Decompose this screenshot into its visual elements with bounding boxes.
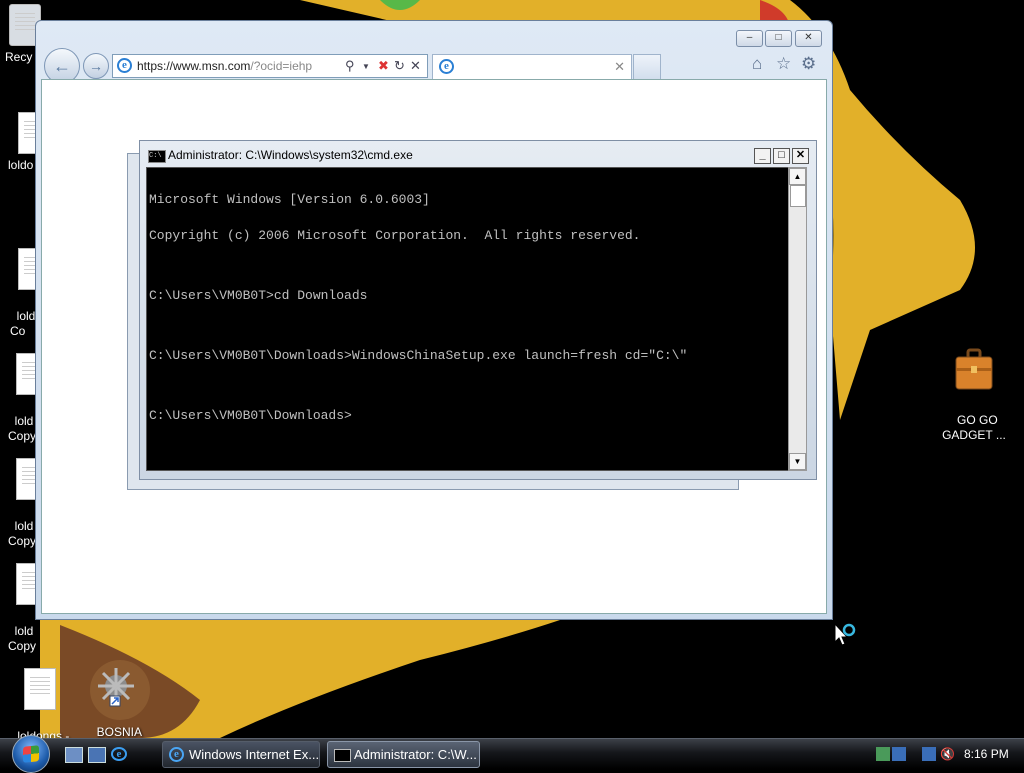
cmd-icon — [334, 749, 351, 762]
minimize-button[interactable]: _ — [754, 148, 771, 164]
spiked-ball-icon — [98, 668, 134, 707]
address-url: https://www.msn.com/?ocid=iehp — [137, 59, 312, 73]
url-path: /?ocid=iehp — [250, 59, 313, 73]
ie-logo-icon: e — [439, 59, 454, 74]
briefcase-icon — [955, 348, 993, 390]
url-scheme: https:// — [137, 59, 174, 73]
favorites-icon[interactable]: ☆ — [776, 54, 791, 74]
busy-cursor-icon — [834, 622, 856, 646]
taskbar-button-label: Windows Internet Ex... — [189, 747, 320, 762]
ie-logo-icon: e — [169, 747, 184, 762]
new-tab-button[interactable] — [633, 54, 661, 79]
cmd-icon: C:\ — [148, 150, 166, 163]
console-prompt: C:\Users\VM0B0T\Downloads> — [149, 408, 352, 423]
maximize-button[interactable]: □ — [765, 30, 792, 47]
tab-new-page[interactable]: e ✕ — [432, 54, 632, 79]
show-desktop-icon[interactable] — [65, 747, 83, 763]
vertical-scrollbar[interactable]: ▲ ▼ — [788, 167, 807, 471]
home-icon[interactable]: ⌂ — [752, 54, 762, 74]
search-icon[interactable]: ⚲ — [345, 58, 355, 74]
scroll-up-button[interactable]: ▲ — [789, 168, 806, 185]
scroll-down-button[interactable]: ▼ — [789, 453, 806, 470]
cmd-titlebar[interactable]: C:\ Administrator: C:\Windows\system32\c… — [146, 147, 810, 165]
desktop-icon-go-go-gadget[interactable]: GO GO GADGET ... — [934, 318, 1014, 443]
forward-button[interactable]: → — [83, 53, 109, 79]
address-bar[interactable]: e https://www.msn.com/?ocid=iehp ⚲ ▼ ✖ ↻… — [112, 54, 428, 78]
url-host: www.msn.com — [173, 59, 251, 73]
console-lines: Microsoft Windows [Version 6.0.6003] Cop… — [149, 170, 687, 446]
text-file-icon — [24, 668, 56, 710]
system-tray: 🔇 8:16 PM — [870, 739, 1024, 769]
scroll-thumb[interactable] — [790, 185, 806, 207]
start-button[interactable] — [12, 735, 50, 773]
windows-logo-icon — [23, 745, 39, 763]
desktop-icon-label: GO GO GADGET ... — [942, 413, 1006, 442]
close-button[interactable]: ✕ — [792, 148, 809, 164]
clock[interactable]: 8:16 PM — [964, 739, 1009, 769]
tab-close-icon[interactable]: ✕ — [614, 59, 625, 75]
monitor-icon[interactable] — [892, 747, 906, 761]
close-button[interactable]: ✕ — [795, 30, 822, 47]
network-icon[interactable] — [876, 747, 890, 761]
ie-logo-icon: e — [117, 58, 132, 73]
cmd-window[interactable]: C:\ Administrator: C:\Windows\system32\c… — [139, 140, 817, 480]
refresh-icon[interactable]: ↻ — [394, 58, 405, 74]
chevron-down-icon[interactable]: ▼ — [362, 62, 370, 71]
window-title: Administrator: C:\Windows\system32\cmd.e… — [168, 148, 413, 162]
close-icon[interactable]: ✕ — [410, 58, 421, 74]
network-status-icon[interactable] — [922, 747, 936, 761]
taskbar-button-cmd[interactable]: Administrator: C:\W... — [327, 741, 480, 768]
console-line: Copyright (c) 2006 Microsoft Corporation… — [149, 228, 641, 243]
desktop-icon-label: loldo — [8, 158, 34, 172]
taskbar-button-label: Administrator: C:\W... — [354, 747, 477, 762]
minimize-button[interactable]: – — [736, 30, 763, 47]
maximize-button[interactable]: □ — [773, 148, 790, 164]
desktop-icon-label: Recy — [5, 50, 33, 64]
taskbar: e e Windows Internet Ex... Administrator… — [0, 735, 1024, 773]
volume-muted-icon[interactable]: 🔇 — [940, 747, 955, 761]
switch-windows-icon[interactable] — [88, 747, 106, 763]
ie-quicklaunch-icon[interactable]: e — [111, 747, 127, 761]
console-line: C:\Users\VM0B0T\Downloads>WindowsChinaSe… — [149, 348, 688, 363]
settings-icon[interactable]: ⚙ — [801, 54, 816, 74]
stop-icon[interactable]: ✖ — [378, 58, 389, 74]
console-line: Microsoft Windows [Version 6.0.6003] — [149, 192, 430, 207]
taskbar-button-ie[interactable]: e Windows Internet Ex... — [162, 741, 320, 768]
console-output[interactable]: Microsoft Windows [Version 6.0.6003] Cop… — [146, 167, 790, 471]
console-line: C:\Users\VM0B0T>cd Downloads — [149, 288, 368, 303]
